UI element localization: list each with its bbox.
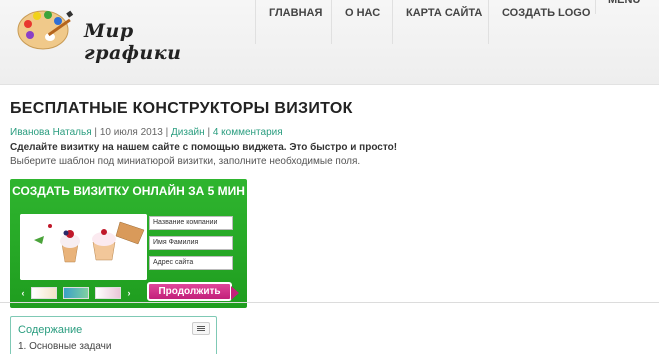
continue-button[interactable]: Продолжить <box>147 282 239 301</box>
author-link[interactable]: Иванова Наталья <box>10 127 92 138</box>
nav-home[interactable]: ГЛАВНАЯ <box>255 0 331 44</box>
template-thumb-1[interactable] <box>31 287 57 299</box>
table-of-contents: Содержание 1. Основные задачи <box>10 316 217 354</box>
post-lead: Сделайте визитку на нашем сайте с помощь… <box>10 142 398 153</box>
category-link[interactable]: Дизайн <box>171 127 205 138</box>
company-name-field[interactable]: Название компании <box>149 216 233 230</box>
meta-separator: | <box>207 127 211 138</box>
nav-about[interactable]: О НАС <box>331 0 392 44</box>
widget-title: СОЗДАТЬ ВИЗИТКУ ОНЛАЙН ЗА 5 МИН <box>12 184 245 198</box>
post-description: Выберите шаблон под миниатюрой визитки, … <box>10 156 361 167</box>
nav-menu[interactable]: MENU <box>595 0 652 14</box>
chevron-left-icon[interactable]: ‹ <box>18 288 28 298</box>
palette-icon <box>17 10 74 50</box>
template-thumb-2[interactable] <box>63 287 89 299</box>
post-title: БЕСПЛАТНЫЕ КОНСТРУКТОРЫ ВИЗИТОК <box>10 100 353 117</box>
list-toggle-icon[interactable] <box>192 322 210 335</box>
website-field[interactable]: Адрес сайта <box>149 256 233 270</box>
template-thumb-3[interactable] <box>95 287 121 299</box>
content-divider <box>0 302 659 303</box>
cupcakes-image <box>20 214 147 280</box>
toc-title: Содержание <box>18 324 83 336</box>
nav-create-logo[interactable]: СОЗДАТЬ LOGO <box>488 0 595 44</box>
full-name-field[interactable]: Имя Фамилия <box>149 236 233 250</box>
card-preview <box>20 214 147 280</box>
main-nav: ГЛАВНАЯ О НАС КАРТА САЙТА СОЗДАТЬ LOGO M… <box>255 0 652 44</box>
meta-separator: | <box>165 127 169 138</box>
main-content: БЕСПЛАТНЫЕ КОНСТРУКТОРЫ ВИЗИТОК Иванова … <box>0 86 659 354</box>
post-meta: Иванова Наталья | 10 июля 2013 | Дизайн … <box>10 127 283 138</box>
meta-separator: | <box>94 127 98 138</box>
post-date: 10 июля 2013 <box>99 127 163 138</box>
chevron-right-icon[interactable]: › <box>124 288 134 298</box>
site-logo[interactable]: Мир графики <box>16 4 196 64</box>
site-header: Мир графики ГЛАВНАЯ О НАС КАРТА САЙТА СО… <box>0 0 659 85</box>
comments-link[interactable]: 4 комментария <box>213 127 283 138</box>
nav-sitemap[interactable]: КАРТА САЙТА <box>392 0 488 44</box>
toc-item[interactable]: 1. Основные задачи <box>18 341 111 352</box>
template-thumbnails: ‹ › <box>18 287 134 299</box>
logo-text: Мир графики <box>84 20 182 64</box>
business-card-widget: СОЗДАТЬ ВИЗИТКУ ОНЛАЙН ЗА 5 МИН Название… <box>10 179 247 308</box>
